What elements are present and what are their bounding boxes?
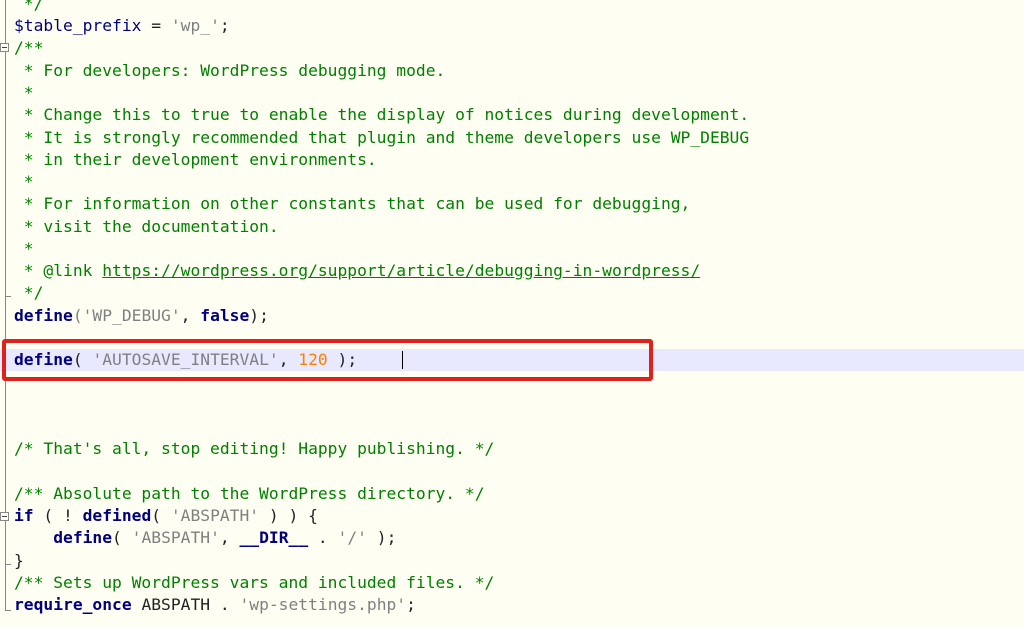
code-line: define( 'ABSPATH', __DIR__ . '/' ); (14, 527, 396, 549)
code-token: , (180, 306, 201, 325)
code-line: * For information on other constants tha… (14, 194, 691, 213)
code-token: '/' (337, 528, 367, 547)
code-token: 'ABSPATH' (131, 528, 220, 547)
code-token: if (14, 506, 34, 525)
code-token: ; (219, 16, 230, 35)
code-line: * in their development environments. (14, 150, 377, 169)
code-token: define (14, 306, 73, 325)
fold-gutter-end (5, 610, 11, 611)
code-editor[interactable]: */ $table_prefix = 'wp_'; /** * For deve… (0, 0, 1024, 628)
code-line: /** (14, 38, 44, 57)
code-line: * (14, 172, 34, 191)
documentation-link[interactable]: https://wordpress.org/support/article/de… (102, 261, 700, 280)
code-token: ; (406, 595, 416, 614)
code-line: * (14, 83, 34, 102)
code-token: = (141, 16, 171, 35)
code-line: require_once ABSPATH . 'wp-settings.php'… (14, 594, 416, 616)
fold-end-marker (5, 564, 11, 565)
code-line: */ (14, 0, 44, 13)
code-line: /** Absolute path to the WordPress direc… (14, 484, 485, 503)
code-token: define (53, 528, 113, 547)
highlight-annotation (2, 339, 653, 381)
code-token: $table_prefix (14, 16, 142, 35)
code-line: * Change this to true to enable the disp… (14, 105, 750, 124)
fold-toggle-icon[interactable] (0, 43, 9, 52)
code-token: 'wp-settings.php' (239, 595, 407, 614)
code-token: ( ! (33, 506, 83, 525)
code-line: * For developers: WordPress debugging mo… (14, 61, 446, 80)
code-token: ('WP_DEBUG' (72, 306, 181, 325)
code-token: ( (112, 528, 132, 547)
code-token: defined (82, 506, 152, 525)
code-line: * It is strongly recommended that plugin… (14, 128, 750, 147)
code-line: * visit the documentation. (14, 217, 279, 236)
code-token: require_once (14, 595, 132, 614)
code-token: . (308, 528, 338, 547)
code-token: ); (366, 528, 397, 547)
code-line: if ( ! defined( 'ABSPATH' ) ) { (14, 505, 318, 527)
code-token: __DIR__ (239, 528, 309, 547)
code-token: ); (249, 306, 269, 325)
code-line: $table_prefix = 'wp_'; (14, 15, 230, 37)
code-line: /** Sets up WordPress vars and included … (14, 573, 495, 592)
code-token: , (219, 528, 240, 547)
code-line: define('WP_DEBUG', false); (14, 305, 269, 327)
code-token: false (200, 306, 250, 325)
fold-toggle-icon[interactable] (0, 512, 9, 521)
code-token: ) ) { (259, 506, 318, 525)
code-token: ABSPATH . (131, 595, 240, 614)
code-token: 'ABSPATH' (170, 506, 260, 525)
code-line: } (14, 551, 24, 570)
code-token: * @link (14, 261, 103, 280)
fold-end-marker (5, 296, 11, 297)
code-line: */ (14, 283, 44, 302)
code-line: * (14, 239, 34, 258)
code-token: ( (151, 506, 171, 525)
code-token: 'wp_' (170, 16, 220, 35)
code-line: * @link https://wordpress.org/support/ar… (14, 260, 700, 282)
code-line: /* That's all, stop editing! Happy publi… (14, 439, 495, 458)
